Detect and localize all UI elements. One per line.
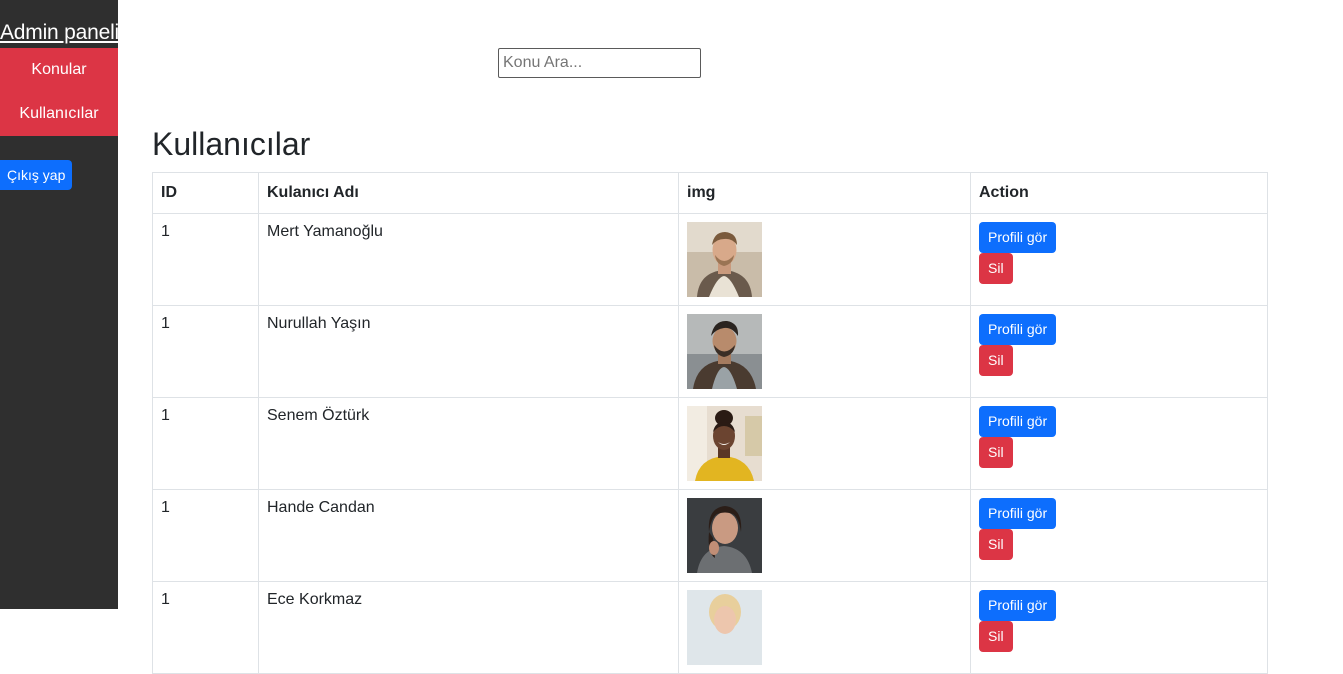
view-profile-button[interactable]: Profili gör (979, 406, 1057, 437)
view-profile-button[interactable]: Profili gör (979, 498, 1057, 529)
sidebar-item-konular[interactable]: Konular (0, 48, 118, 92)
table-row: 1 Ece Korkmaz Profili gör Sil (152, 581, 1268, 674)
view-profile-button[interactable]: Profili gör (979, 314, 1057, 345)
cell-img (678, 489, 971, 582)
cell-username: Nurullah Yaşın (258, 305, 679, 398)
delete-button[interactable]: Sil (979, 345, 1013, 376)
cell-action: Profili gör Sil (970, 581, 1268, 674)
table-row: 1 Mert Yamanoğlu Profili gör Sil (152, 213, 1268, 306)
brand-link[interactable]: Admin paneli (0, 0, 119, 48)
users-table: ID Kulanıcı Adı img Action 1 Mert Yamano… (152, 172, 1268, 674)
cell-username: Ece Korkmaz (258, 581, 679, 674)
sidebar-item-kullanicilar[interactable]: Kullanıcılar (0, 92, 118, 136)
avatar (687, 314, 762, 389)
cell-img (678, 397, 971, 490)
cell-action: Profili gör Sil (970, 213, 1268, 306)
cell-action: Profili gör Sil (970, 397, 1268, 490)
sidebar: Admin paneli Konular Kullanıcılar Çıkış … (0, 0, 119, 609)
header-action: Action (970, 172, 1268, 214)
table-row: 1 Nurullah Yaşın Profili gör Sil (152, 305, 1268, 398)
delete-button[interactable]: Sil (979, 529, 1013, 560)
cell-img (678, 213, 971, 306)
avatar (687, 590, 762, 665)
header-username: Kulanıcı Adı (258, 172, 679, 214)
sidebar-nav: Konular Kullanıcılar (0, 48, 118, 136)
delete-button[interactable]: Sil (979, 621, 1013, 652)
cell-action: Profili gör Sil (970, 489, 1268, 582)
cell-img (678, 581, 971, 674)
cell-username: Hande Candan (258, 489, 679, 582)
cell-id: 1 (152, 489, 259, 582)
cell-id: 1 (152, 213, 259, 306)
avatar (687, 406, 762, 481)
table-header-row: ID Kulanıcı Adı img Action (152, 172, 1268, 214)
cell-id: 1 (152, 305, 259, 398)
delete-button[interactable]: Sil (979, 253, 1013, 284)
cell-username: Mert Yamanoğlu (258, 213, 679, 306)
page-title: Kullanıcılar (152, 126, 311, 162)
header-id: ID (152, 172, 259, 214)
view-profile-button[interactable]: Profili gör (979, 590, 1057, 621)
table-row: 1 Senem Öztürk Profili gör Sil (152, 397, 1268, 490)
logout-button[interactable]: Çıkış yap (0, 160, 73, 190)
cell-img (678, 305, 971, 398)
cell-id: 1 (152, 581, 259, 674)
table-row: 1 Hande Candan Profili gör Sil (152, 489, 1268, 582)
delete-button[interactable]: Sil (979, 437, 1013, 468)
cell-action: Profili gör Sil (970, 305, 1268, 398)
header-img: img (678, 172, 971, 214)
search-input[interactable] (498, 48, 701, 78)
avatar (687, 222, 762, 297)
view-profile-button[interactable]: Profili gör (979, 222, 1057, 253)
cell-id: 1 (152, 397, 259, 490)
avatar (687, 498, 762, 573)
cell-username: Senem Öztürk (258, 397, 679, 490)
